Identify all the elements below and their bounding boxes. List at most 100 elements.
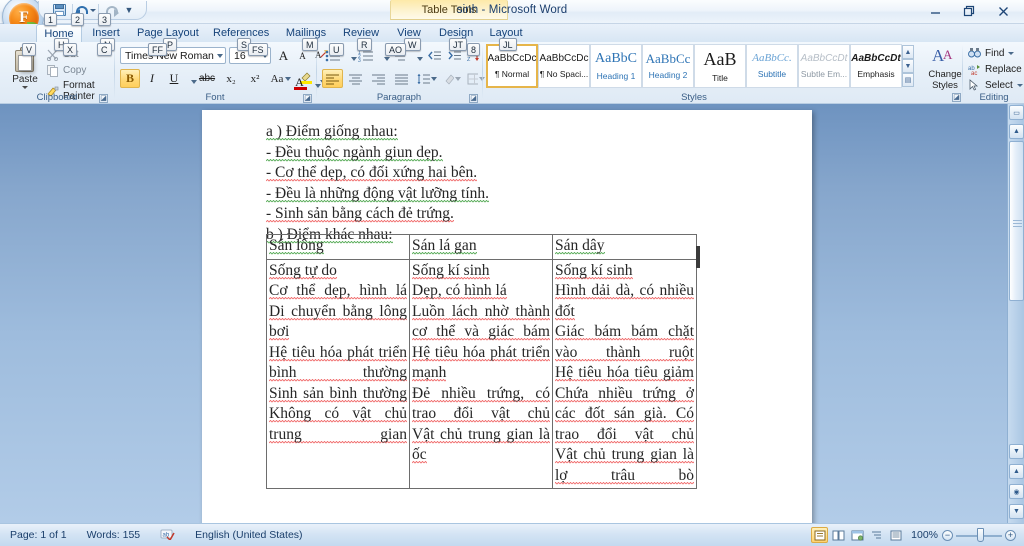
table-column-resize-handle[interactable]: [696, 246, 700, 268]
vertical-scrollbar[interactable]: ▭ ▲ ▼ ▲ ◉ ▼: [1007, 104, 1024, 523]
align-left-button[interactable]: [322, 69, 343, 88]
superscript-button[interactable]: x²: [244, 69, 266, 88]
scroll-down-icon[interactable]: ▼: [1009, 444, 1024, 459]
language-indicator[interactable]: English (United States): [185, 524, 312, 546]
select-button[interactable]: Select: [968, 79, 1023, 92]
keytip-undo: 2: [71, 13, 85, 26]
document-page[interactable]: a ) Điểm giống nhau: - Đều thuộc ngành g…: [202, 110, 812, 528]
clipboard-group-label: Clipboard: [36, 92, 78, 103]
justify-icon: [395, 74, 408, 84]
align-right-button[interactable]: [368, 69, 389, 88]
style-subtitle[interactable]: AaBbCc. Subtitle: [746, 44, 798, 88]
line-spacing-button[interactable]: [416, 69, 438, 88]
underline-button[interactable]: U: [164, 69, 184, 88]
justify-button[interactable]: [391, 69, 412, 88]
style-label: Emphasis: [857, 68, 895, 79]
view-draft[interactable]: [887, 527, 904, 543]
subscript-button[interactable]: x₂: [220, 69, 242, 88]
zoom-level[interactable]: 100%: [911, 529, 938, 541]
table-header-cell-1[interactable]: Sán lông: [266, 234, 410, 260]
table-cell-col1[interactable]: Sống tự do Cơ thể dẹp, hình lá Di chuyển…: [266, 258, 410, 489]
bold-button[interactable]: B: [120, 69, 140, 88]
view-print-layout[interactable]: [811, 527, 828, 543]
shading-button[interactable]: [442, 69, 462, 88]
paste-dropdown-icon[interactable]: [22, 86, 28, 89]
view-outline[interactable]: [868, 527, 885, 543]
style-no-spacing[interactable]: AaBbCcDc ¶ No Spaci...: [538, 44, 590, 88]
select-browse-object-icon[interactable]: ◉: [1009, 484, 1024, 499]
page-indicator[interactable]: Page: 1 of 1: [0, 524, 77, 546]
table-header-cell-2[interactable]: Sán lá gan: [409, 234, 553, 260]
table-cell-col2[interactable]: Sống kí sinh Dẹp, có hình lá Luồn lách n…: [409, 258, 553, 489]
copy-button[interactable]: Copy: [46, 64, 86, 77]
table-header-cell-3[interactable]: Sán dây: [552, 234, 697, 260]
subscript-label: x₂: [226, 72, 236, 85]
replace-button[interactable]: ab ac Replace: [968, 63, 1022, 77]
cell-line: Sống kí sinh: [555, 261, 633, 280]
align-center-button[interactable]: [345, 69, 366, 88]
style-label: Heading 1: [596, 70, 636, 81]
strikethrough-label: abc: [198, 73, 216, 84]
style-title[interactable]: AaB Title: [694, 44, 746, 88]
keytip-copy: C: [97, 43, 112, 56]
keytip-paste: V: [22, 43, 37, 56]
zoom-out-button[interactable]: −: [942, 530, 953, 541]
keytip-layout: JL: [499, 38, 517, 51]
keytip-font-size: FS: [248, 43, 268, 56]
style-subtle-emphasis[interactable]: AaBbCcDt Subtle Em...: [798, 44, 850, 88]
restore-icon[interactable]: [952, 1, 986, 21]
ribbon-group-editing: Find ab ac Replace Select Editing: [964, 42, 1024, 104]
strikethrough-button[interactable]: abc: [196, 69, 218, 88]
proofing-status[interactable]: ab: [150, 524, 185, 546]
gallery-scroll-down-icon[interactable]: ▼: [902, 59, 914, 73]
borders-button[interactable]: [466, 69, 486, 88]
style-label: Subtitle: [757, 69, 787, 79]
styles-dialog-launcher[interactable]: ◪: [952, 93, 961, 102]
cell-line: Chứa nhiều trứng ở các đốt sán già. Có t…: [555, 384, 694, 444]
gallery-scroll-up-icon[interactable]: ▲: [902, 45, 914, 59]
word-application-window: Table Tools sinh - Microsoft Word F ▼ 1 …: [0, 0, 1024, 546]
chevron-down-icon: [416, 56, 423, 61]
group-divider-4: [962, 45, 963, 99]
paragraph-dialog-launcher[interactable]: ◪: [469, 94, 478, 103]
chevron-down-icon: [455, 76, 461, 81]
zoom-slider[interactable]: − +: [942, 527, 1016, 543]
close-icon[interactable]: [986, 1, 1020, 21]
next-page-icon[interactable]: ▼: [1009, 504, 1024, 519]
scroll-up-icon[interactable]: ▲: [1009, 124, 1024, 139]
style-emphasis[interactable]: AaBbCcDt Emphasis: [850, 44, 902, 88]
styles-group-label: Styles: [681, 92, 707, 103]
zoom-in-button[interactable]: +: [1005, 530, 1016, 541]
clipboard-dialog-launcher[interactable]: ◪: [99, 94, 108, 103]
document-canvas[interactable]: a ) Điểm giống nhau: - Đều thuộc ngành g…: [0, 104, 1024, 528]
customize-qat-icon[interactable]: ▼: [122, 2, 136, 19]
minimize-icon[interactable]: [918, 1, 952, 21]
italic-button[interactable]: I: [142, 69, 162, 88]
font-dialog-launcher[interactable]: ◪: [303, 94, 312, 103]
split-window-handle[interactable]: ▭: [1009, 105, 1024, 120]
previous-page-icon[interactable]: ▲: [1009, 464, 1024, 479]
doc-line-3: - Đều là những động vật lưỡng tính.: [266, 184, 490, 203]
cell-line: Vật chủ trung gian là ốc: [412, 425, 550, 464]
table-cell-col3[interactable]: Sống kí sinh Hình dải dà, có nhiều đốt G…: [552, 258, 697, 489]
find-button[interactable]: Find: [968, 47, 1015, 60]
svg-text:ac: ac: [971, 71, 977, 75]
style-preview: AaBbCcDc: [487, 52, 537, 64]
gallery-more-icon[interactable]: ▤: [902, 73, 914, 87]
view-full-screen-reading[interactable]: [830, 527, 847, 543]
document-paragraphs[interactable]: a ) Điểm giống nhau: - Đều thuộc ngành g…: [266, 122, 766, 245]
font-color-button[interactable]: A: [290, 73, 309, 92]
word-count[interactable]: Words: 155: [77, 524, 151, 546]
view-web-layout[interactable]: [849, 527, 866, 543]
scroll-thumb[interactable]: [1009, 141, 1024, 301]
change-styles-button[interactable]: AA Change Styles: [925, 45, 965, 93]
underline-label: U: [169, 71, 179, 85]
style-heading-1[interactable]: AaBbC Heading 1: [590, 44, 642, 88]
editing-group-label: Editing: [979, 92, 1009, 103]
zoom-thumb[interactable]: [977, 528, 984, 542]
undo-dropdown-icon[interactable]: [90, 8, 96, 12]
decrease-indent-button[interactable]: [424, 46, 444, 65]
grow-font-button[interactable]: A: [274, 46, 293, 65]
style-heading-2[interactable]: AaBbCc Heading 2: [642, 44, 694, 88]
comparison-table[interactable]: Sán lông Sán lá gan Sán dây Sống tự do C…: [266, 234, 697, 489]
